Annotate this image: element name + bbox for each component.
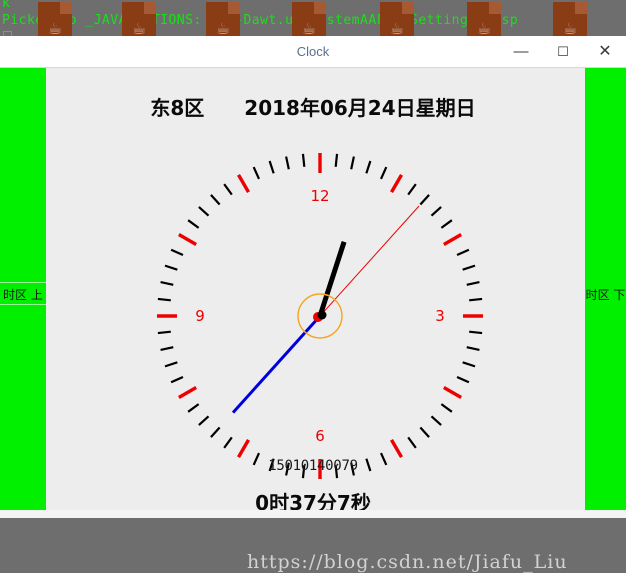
file-fold-corner [489, 2, 501, 14]
clock-minute-tick [440, 219, 453, 229]
clock-minute-tick [456, 376, 470, 384]
file-fold-corner [228, 2, 240, 14]
clock-minute-tick [350, 156, 355, 170]
timezone-prev-rule-top [0, 282, 46, 283]
clock-content-area: 时区 上 时区 下 东8区 2018年06月24日星期日 12 3 6 9 15010… [0, 68, 626, 573]
clock-minute-tick [223, 183, 233, 196]
clock-minute-tick [419, 426, 430, 438]
clock-numeral-3: 3 [435, 307, 445, 325]
clock-hour-tick [390, 173, 403, 194]
clock-hour-tick [442, 386, 463, 399]
java-cup-glyph: ☕ [562, 19, 578, 38]
clock-minute-tick [252, 166, 260, 180]
clock-minute-tick [210, 426, 221, 438]
timezone-previous-button[interactable]: 时区 上 [0, 68, 46, 518]
clock-minute-tick [430, 206, 442, 217]
clock-minute-tick [223, 436, 233, 449]
timezone-next-label: 时区 下 [585, 288, 626, 302]
clock-numeral-9: 9 [195, 307, 205, 325]
clock-hour-tick [442, 233, 463, 246]
clock-window: Clock — ☐ ✕ 时区 上 时区 下 东8区 2018年06月24日星期日… [0, 36, 626, 573]
clock-minute-tick [198, 415, 210, 426]
clock-minute-tick [170, 376, 184, 384]
clock-minute-tick [462, 264, 476, 271]
clock-minute-tick [157, 330, 171, 335]
clock-minute-tick [160, 346, 174, 351]
clock-minute-tick [466, 281, 480, 286]
clock-minute-tick [456, 248, 470, 256]
java-cup-glyph: ☕ [301, 19, 317, 38]
java-cup-glyph: ☕ [47, 19, 63, 38]
file-fold-corner [575, 2, 587, 14]
java-cup-glyph: ☕ [131, 19, 147, 38]
window-title-bar[interactable]: Clock — ☐ ✕ [0, 36, 626, 68]
java-cup-glyph: ☕ [476, 19, 492, 38]
minimize-icon[interactable]: — [500, 36, 542, 68]
clock-minute-tick [210, 194, 221, 206]
clock-hour-tick [177, 233, 198, 246]
clock-minute-hand [231, 314, 322, 414]
clock-minute-tick [419, 194, 430, 206]
timezone-previous-label: 时区 上 [3, 288, 43, 302]
file-fold-corner [402, 2, 414, 14]
clock-minute-tick [164, 361, 178, 368]
clock-minute-tick [334, 153, 339, 167]
clock-minute-tick [187, 219, 200, 229]
clock-hour-tick [237, 438, 250, 459]
clock-minute-tick [462, 361, 476, 368]
timezone-prev-rule-bottom [0, 304, 46, 305]
clock-minute-tick [407, 183, 417, 196]
file-fold-corner [144, 2, 156, 14]
clock-minute-tick [469, 330, 483, 335]
clock-minute-tick [157, 297, 171, 302]
timezone-next-button[interactable]: 时区 下 [585, 68, 626, 518]
clock-minute-tick [407, 436, 417, 449]
clock-face: 12 3 6 9 [133, 146, 507, 486]
clock-minute-tick [365, 160, 372, 174]
clock-minute-tick [301, 153, 306, 167]
clock-minute-tick [268, 160, 275, 174]
clock-minute-tick [187, 403, 200, 413]
clock-minute-tick [440, 403, 453, 413]
clock-numeral-6: 6 [315, 427, 325, 445]
timezone-date-header: 东8区 2018年06月24日星期日 [150, 96, 476, 120]
clock-hour-hand [317, 241, 347, 317]
java-cup-glyph: ☕ [215, 19, 231, 38]
clock-minute-tick [170, 248, 184, 256]
clock-minute-tick [285, 156, 290, 170]
terminal-line-1: k [2, 0, 11, 11]
clock-hour-tick [237, 173, 250, 194]
maximize-icon[interactable]: ☐ [542, 36, 584, 68]
watermark-text: https://blog.csdn.net/Jiafu_Liu [247, 551, 568, 573]
clock-minute-tick [160, 281, 174, 286]
close-icon[interactable]: ✕ [584, 36, 626, 68]
clock-dial-svg: 12 3 6 9 [157, 153, 483, 479]
clock-hour-tick [177, 386, 198, 399]
clock-center-cap-black [317, 310, 327, 320]
clock-minute-tick [466, 346, 480, 351]
clock-minute-tick [380, 166, 388, 180]
clock-hour-tick [390, 438, 403, 459]
student-id-label: 15010140079 [268, 458, 358, 474]
clock-minute-tick [198, 206, 210, 217]
clock-hands [231, 205, 420, 414]
terminal-line-2: Picked up _JAVA_OPTIONS: -Dawt.useSystem… [2, 13, 519, 28]
window-bottom-edge [0, 510, 626, 518]
file-fold-corner [314, 2, 326, 14]
file-fold-corner [60, 2, 72, 14]
clock-minute-tick [430, 415, 442, 426]
clock-numeral-12: 12 [310, 187, 329, 205]
java-cup-glyph: ☕ [389, 19, 405, 38]
clock-minute-tick [469, 297, 483, 302]
clock-minute-tick [164, 264, 178, 271]
